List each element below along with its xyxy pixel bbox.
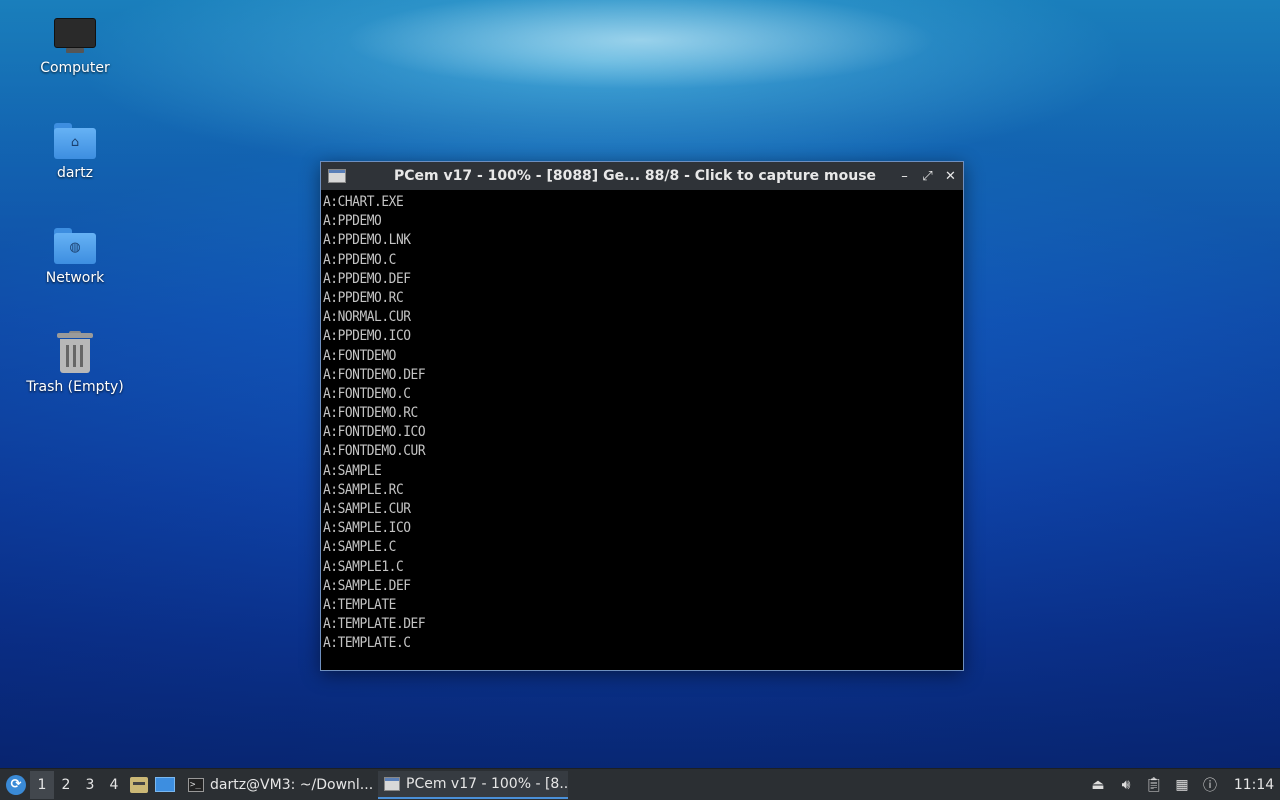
- terminal-line: A:FONTDEMO.RC: [323, 405, 418, 422]
- network-folder-icon: ◍: [54, 228, 96, 264]
- start-menu-button[interactable]: ⟳: [2, 771, 30, 799]
- desktop-icon-home[interactable]: ⌂ dartz: [15, 123, 135, 181]
- terminal-line: A:SAMPLE: [323, 462, 382, 479]
- task-terminal[interactable]: >_ dartz@VM3: ~/Downl...: [182, 771, 374, 799]
- show-desktop-button[interactable]: [152, 771, 178, 799]
- workspace-3[interactable]: 3: [78, 771, 102, 799]
- terminal-line: A:PPDEMO.DEF: [323, 270, 411, 287]
- terminal-line: A:PPDEMO.ICO: [323, 328, 411, 345]
- network-icon: ▦: [1175, 776, 1189, 793]
- notification-icon: ⓘ: [1203, 777, 1217, 794]
- terminal-line: A:CHART.EXE: [323, 194, 404, 210]
- terminal-line: A:FONTDEMO.DEF: [323, 366, 426, 383]
- desktop-icon-label: Trash (Empty): [26, 379, 124, 395]
- close-button[interactable]: ✕: [940, 166, 961, 187]
- terminal-line: A:PPDEMO.RC: [323, 289, 404, 306]
- terminal-icon: >_: [188, 777, 204, 792]
- terminal-line: A:PPDEMO.LNK: [323, 232, 411, 249]
- file-manager-launcher[interactable]: [126, 771, 152, 799]
- desktop-icon-trash[interactable]: Trash (Empty): [15, 331, 135, 395]
- window-titlebar[interactable]: PCem v17 - 100% - [8088] Ge... 88/8 - Cl…: [321, 162, 963, 190]
- minimize-icon: –: [901, 168, 908, 184]
- eject-icon: ⏏: [1091, 776, 1105, 793]
- updates-button[interactable]: ⓘ: [1198, 771, 1222, 799]
- close-icon: ✕: [945, 168, 956, 184]
- terminal-line: A:TEMPLATE: [323, 596, 396, 613]
- volume-icon: 🔊︎: [1121, 776, 1131, 793]
- desktop-icon-label: dartz: [56, 165, 94, 181]
- terminal-line: A:NORMAL.CUR: [323, 309, 411, 326]
- window-app-icon[interactable]: [328, 169, 346, 183]
- terminal-line: A:FONTDEMO.C: [323, 385, 411, 402]
- terminal-line: A:SAMPLE.ICO: [323, 520, 411, 537]
- minimize-button[interactable]: –: [894, 166, 915, 187]
- terminal-line: A:PPDEMO: [323, 213, 382, 230]
- terminal-line: A:TEMPLATE.DEF: [323, 616, 426, 633]
- workspace-2[interactable]: 2: [54, 771, 78, 799]
- trash-icon: [57, 331, 93, 373]
- home-folder-icon: ⌂: [54, 123, 96, 159]
- workspace-1[interactable]: 1: [30, 770, 54, 799]
- taskbar: ⟳ 1 2 3 4 >_ dartz@VM3: ~/Downl... PCem …: [0, 768, 1280, 800]
- desktop-icon-network[interactable]: ◍ Network: [15, 228, 135, 286]
- clipboard-icon: 📋︎: [1145, 776, 1163, 793]
- window-title: PCem v17 - 100% - [8088] Ge... 88/8 - Cl…: [393, 168, 877, 184]
- terminal-line: A:SAMPLE.CUR: [323, 501, 411, 517]
- maximize-icon: ⤢: [922, 168, 933, 184]
- terminal-line: A:FONTDEMO.ICO: [323, 424, 426, 441]
- window-icon: [384, 776, 400, 791]
- terminal-line: A:SAMPLE.DEF: [323, 577, 411, 594]
- desktop-icon-computer[interactable]: Computer: [15, 18, 135, 76]
- clipboard-button[interactable]: 📋︎: [1142, 771, 1166, 799]
- terminal-line: A:PPDEMO.C: [323, 251, 396, 268]
- maximize-button[interactable]: ⤢: [917, 166, 938, 187]
- terminal-line: A:SAMPLE1.C: [323, 558, 404, 575]
- clock[interactable]: 11:14: [1228, 777, 1280, 793]
- task-label: PCem v17 - 100% - [8...: [406, 775, 568, 792]
- task-pcem[interactable]: PCem v17 - 100% - [8...: [378, 770, 568, 799]
- terminal-line: A:SAMPLE.C: [323, 539, 396, 556]
- workspace-4[interactable]: 4: [102, 771, 126, 799]
- computer-icon: [54, 18, 96, 54]
- emulator-screen[interactable]: A:CHART.EXE A:PPDEMO A:PPDEMO.LNK A:PPDEMO.…: [321, 190, 963, 670]
- task-label: dartz@VM3: ~/Downl...: [210, 776, 374, 793]
- desktop-icon-label: Computer: [40, 60, 110, 76]
- terminal-line: A:SAMPLE.RC: [323, 481, 404, 498]
- terminal-line: A:TEMPLATE.C: [323, 635, 411, 652]
- show-desktop-icon: [155, 777, 175, 792]
- tray-expand-button[interactable]: ⏏: [1086, 771, 1110, 799]
- lubuntu-logo-icon: ⟳: [6, 774, 26, 795]
- file-manager-icon: [130, 776, 148, 793]
- network-button[interactable]: ▦: [1170, 771, 1194, 799]
- volume-button[interactable]: 🔊︎: [1114, 771, 1138, 799]
- terminal-line: A:FONTDEMO: [323, 347, 396, 364]
- pcem-window[interactable]: PCem v17 - 100% - [8088] Ge... 88/8 - Cl…: [320, 161, 964, 671]
- desktop-icon-label: Network: [45, 270, 105, 286]
- terminal-line: A:FONTDEMO.CUR: [323, 443, 426, 460]
